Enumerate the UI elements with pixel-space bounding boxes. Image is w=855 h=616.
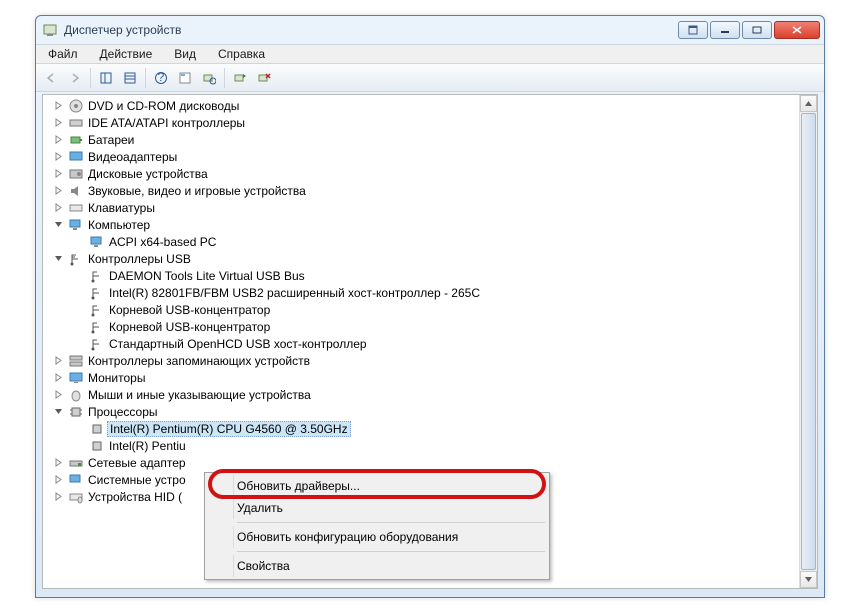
help-button[interactable]: ?	[150, 67, 172, 89]
uninstall-button[interactable]	[253, 67, 275, 89]
tree-item-disk[interactable]: Дисковые устройства	[47, 165, 799, 182]
usb-device-icon	[89, 302, 105, 318]
context-separator	[237, 551, 545, 552]
maximize-button[interactable]	[742, 21, 772, 39]
close-button[interactable]	[774, 21, 820, 39]
storage-controller-icon	[68, 353, 84, 369]
mouse-icon	[68, 387, 84, 403]
computer-icon	[89, 234, 105, 250]
keyboard-icon	[68, 200, 84, 216]
context-refresh-config[interactable]: Обновить конфигурацию оборудования	[207, 526, 547, 548]
battery-icon	[68, 132, 84, 148]
show-hide-tree-button[interactable]	[95, 67, 117, 89]
tree-item-dvd[interactable]: DVD и CD-ROM дисководы	[47, 97, 799, 114]
menubar: Файл Действие Вид Справка	[36, 44, 824, 64]
tree-item-sound[interactable]: Звуковые, видео и игровые устройства	[47, 182, 799, 199]
sound-icon	[68, 183, 84, 199]
ide-controller-icon	[68, 115, 84, 131]
tree-item-mice[interactable]: Мыши и иные указывающие устройства	[47, 386, 799, 403]
menu-file[interactable]: Файл	[42, 46, 84, 62]
forward-button[interactable]	[64, 67, 86, 89]
scroll-up-button[interactable]	[800, 95, 817, 112]
properties-sheet-button[interactable]	[174, 67, 196, 89]
processor-icon	[89, 438, 105, 454]
toolbar: ?	[36, 64, 824, 92]
vertical-scrollbar[interactable]	[799, 95, 817, 588]
update-driver-button[interactable]	[229, 67, 251, 89]
tree-item-usb-daemon[interactable]: DAEMON Tools Lite Virtual USB Bus	[47, 267, 799, 284]
usb-device-icon	[89, 319, 105, 335]
properties-button[interactable]	[119, 67, 141, 89]
tree-item-battery[interactable]: Батареи	[47, 131, 799, 148]
tree-item-keyboard[interactable]: Клавиатуры	[47, 199, 799, 216]
menu-help[interactable]: Справка	[212, 46, 271, 62]
tree-item-ide[interactable]: IDE ATA/ATAPI контроллеры	[47, 114, 799, 131]
usb-device-icon	[89, 285, 105, 301]
context-delete[interactable]: Удалить	[207, 497, 547, 519]
menu-view[interactable]: Вид	[168, 46, 202, 62]
tree-item-processors[interactable]: Процессоры	[47, 403, 799, 420]
monitor-icon	[68, 370, 84, 386]
back-button[interactable]	[40, 67, 62, 89]
context-properties[interactable]: Свойства	[207, 555, 547, 577]
usb-device-icon	[89, 268, 105, 284]
scan-hardware-button[interactable]	[198, 67, 220, 89]
usb-device-icon	[89, 336, 105, 352]
optical-drive-icon	[68, 98, 84, 114]
tree-item-cpu-1[interactable]: Intel(R) Pentium(R) CPU G4560 @ 3.50GHz	[47, 420, 799, 437]
computer-icon	[68, 217, 84, 233]
tree-item-usb-root-hub-1[interactable]: Корневой USB-концентратор	[47, 301, 799, 318]
system-device-icon	[68, 472, 84, 488]
titlebar[interactable]: Диспетчер устройств	[36, 16, 824, 44]
tree-item-acpi[interactable]: ACPI x64-based PC	[47, 233, 799, 250]
context-menu: Обновить драйверы... Удалить Обновить ко…	[204, 472, 550, 580]
tree-item-usb-root-hub-2[interactable]: Корневой USB-концентратор	[47, 318, 799, 335]
usb-controller-icon	[68, 251, 84, 267]
processor-icon	[89, 421, 105, 437]
scroll-down-button[interactable]	[800, 571, 817, 588]
tree-item-computer[interactable]: Компьютер	[47, 216, 799, 233]
tree-item-usb-openhcd[interactable]: Стандартный OpenHCD USB хост-контроллер	[47, 335, 799, 352]
scroll-thumb[interactable]	[801, 113, 816, 570]
tree-item-monitors[interactable]: Мониторы	[47, 369, 799, 386]
help-window-button[interactable]	[678, 21, 708, 39]
tree-item-usb-intel[interactable]: Intel(R) 82801FB/FBM USB2 расширенный хо…	[47, 284, 799, 301]
tree-item-usb[interactable]: Контроллеры USB	[47, 250, 799, 267]
tree-item-cpu-2[interactable]: Intel(R) Pentiu	[47, 437, 799, 454]
context-update-drivers[interactable]: Обновить драйверы...	[207, 475, 547, 497]
menu-action[interactable]: Действие	[94, 46, 159, 62]
window-title: Диспетчер устройств	[64, 23, 678, 37]
context-separator	[237, 522, 545, 523]
tree-item-storage[interactable]: Контроллеры запоминающих устройств	[47, 352, 799, 369]
display-adapter-icon	[68, 149, 84, 165]
disk-drive-icon	[68, 166, 84, 182]
app-icon	[42, 22, 58, 38]
tree-item-video[interactable]: Видеоадаптеры	[47, 148, 799, 165]
minimize-button[interactable]	[710, 21, 740, 39]
network-adapter-icon	[68, 455, 84, 471]
hid-icon	[68, 489, 84, 505]
tree-item-network[interactable]: Сетевые адаптер	[47, 454, 799, 471]
svg-text:?: ?	[158, 71, 165, 84]
processor-icon	[68, 404, 84, 420]
